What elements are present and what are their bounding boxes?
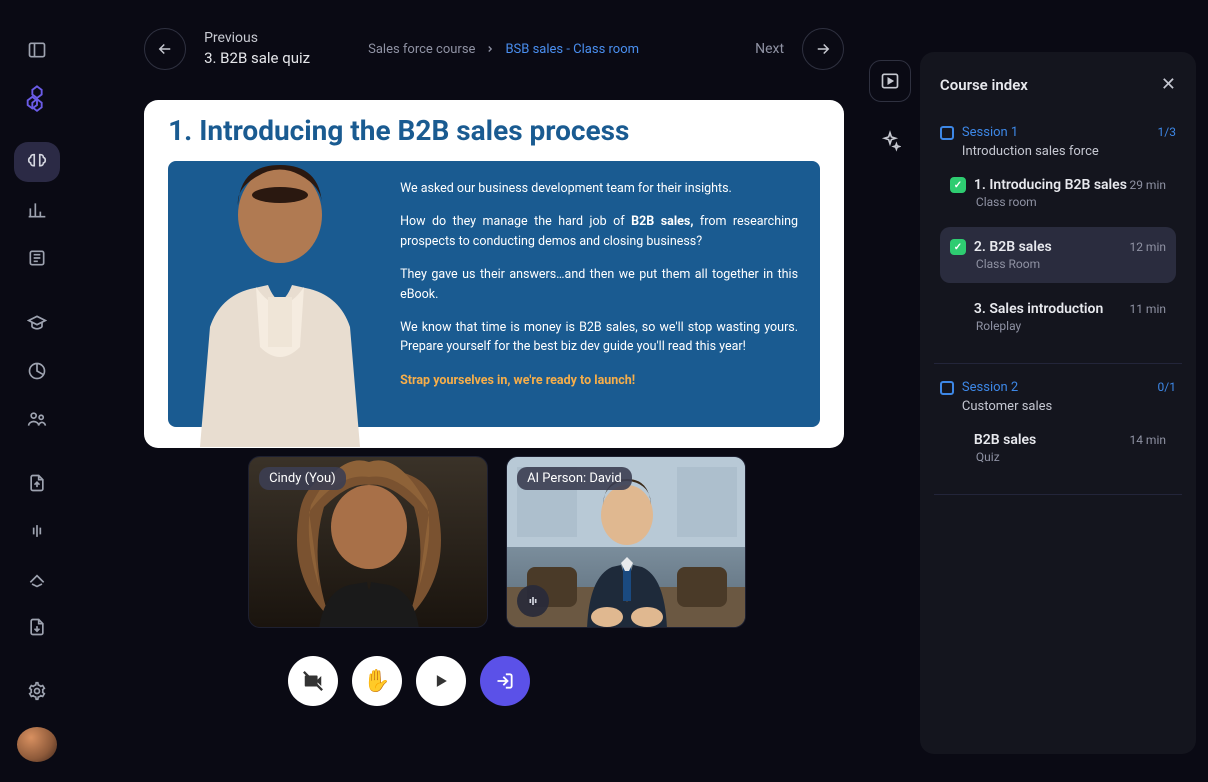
camera-off-button[interactable] [288,656,338,706]
slide-p3: They gave us their answers…and then we p… [400,265,798,304]
session-label[interactable]: Session 2 [940,380,1018,395]
lesson-duration: 14 min [1129,433,1166,447]
audio-wave-icon [517,585,549,617]
next-label: Next [755,41,784,57]
slide-body: We asked our business development team f… [168,161,820,427]
slide-p1: We asked our business development team f… [400,179,798,198]
video-label-ai: AI Person: David [517,467,632,490]
call-controls: ✋ [0,656,844,706]
lesson-duration: 29 min [1129,178,1166,192]
previous-info: Previous 3. B2B sale quiz [204,29,310,70]
expand-icon[interactable] [14,30,60,70]
slide-launch: Strap yourselves in, we're ready to laun… [400,371,798,390]
leave-button[interactable] [480,656,530,706]
breadcrumb: Sales force course BSB sales - Class roo… [368,42,639,57]
session: Session 1 1/3 Introduction sales force ✓… [934,119,1182,364]
sparkle-button[interactable] [869,120,911,162]
video-row: Cindy (You) AI Person: David [248,456,844,628]
nav-brain-icon[interactable] [14,142,60,182]
video-tile-ai[interactable]: AI Person: David [506,456,746,628]
chevron-right-icon [485,44,495,54]
session: Session 2 0/1 Customer sales B2B sales 1… [934,374,1182,495]
nav-analytics-icon[interactable] [14,190,60,230]
doc-icon [940,126,954,140]
nav-list-icon[interactable] [14,238,60,278]
doc-icon [940,381,954,395]
lesson-subtitle: Class Room [976,257,1166,271]
session-subtitle: Customer sales [962,399,1176,414]
slide-title: 1. Introducing the B2B sales process [168,114,820,147]
panel-title: Course index [940,76,1028,94]
lesson-duration: 12 min [1129,240,1166,254]
header: Previous 3. B2B sale quiz Sales force co… [144,28,844,70]
check-icon: ✓ [950,177,966,193]
app-logo-icon[interactable] [14,78,60,118]
check-icon: ✓ [950,239,966,255]
nav-pie-icon[interactable] [14,351,60,391]
video-label-you: Cindy (You) [259,467,346,490]
lesson-item[interactable]: B2B sales 14 min Quiz [940,420,1176,476]
previous-title: 3. B2B sale quiz [204,48,310,69]
user-avatar[interactable] [17,727,57,762]
video-tile-you[interactable]: Cindy (You) [248,456,488,628]
lesson-subtitle: Roleplay [976,319,1166,333]
next-button[interactable] [802,28,844,70]
main-content: Previous 3. B2B sale quiz Sales force co… [74,0,864,782]
lesson-title: B2B sales [950,432,1036,448]
nav-download-doc-icon[interactable] [14,607,60,647]
lesson-item[interactable]: ✓2. B2B sales 12 min Class Room [940,227,1176,283]
lesson-duration: 11 min [1129,302,1166,316]
playlist-button[interactable] [869,60,911,102]
slide-p2: How do they manage the hard job of B2B s… [400,212,798,251]
session-count: 1/3 [1158,125,1176,140]
close-button[interactable]: ✕ [1161,74,1176,95]
nav-handshake-icon[interactable] [14,559,60,599]
lesson-subtitle: Quiz [976,450,1166,464]
breadcrumb-root[interactable]: Sales force course [368,42,475,57]
session-label[interactable]: Session 1 [940,125,1018,140]
lesson-item[interactable]: 3. Sales introduction 11 min Roleplay [940,289,1176,345]
course-index-panel: Course index ✕ Session 1 1/3 Introductio… [920,52,1196,754]
nav-people-icon[interactable] [14,399,60,439]
lesson-title: ✓2. B2B sales [950,239,1052,255]
slide-card: 1. Introducing the B2B sales process We … [144,100,844,448]
lesson-title: 3. Sales introduction [950,301,1103,317]
lesson-title: ✓1. Introducing B2B sales [950,177,1127,193]
previous-button[interactable] [144,28,186,70]
breadcrumb-current[interactable]: BSB sales - Class room [505,42,639,57]
raise-hand-button[interactable]: ✋ [352,656,402,706]
lesson-item[interactable]: ✓1. Introducing B2B sales 29 min Class r… [940,165,1176,221]
previous-label: Previous [204,29,310,49]
slide-text: We asked our business development team f… [400,179,798,427]
session-subtitle: Introduction sales force [962,144,1176,159]
slide-person-image [180,147,380,447]
play-button[interactable] [416,656,466,706]
side-strip [864,0,916,782]
nav-audio-icon[interactable] [14,511,60,551]
nav-education-icon[interactable] [14,303,60,343]
slide-p4: We know that time is money is B2B sales,… [400,318,798,357]
lesson-subtitle: Class room [976,195,1166,209]
nav-upload-doc-icon[interactable] [14,463,60,503]
session-count: 0/1 [1158,380,1176,395]
